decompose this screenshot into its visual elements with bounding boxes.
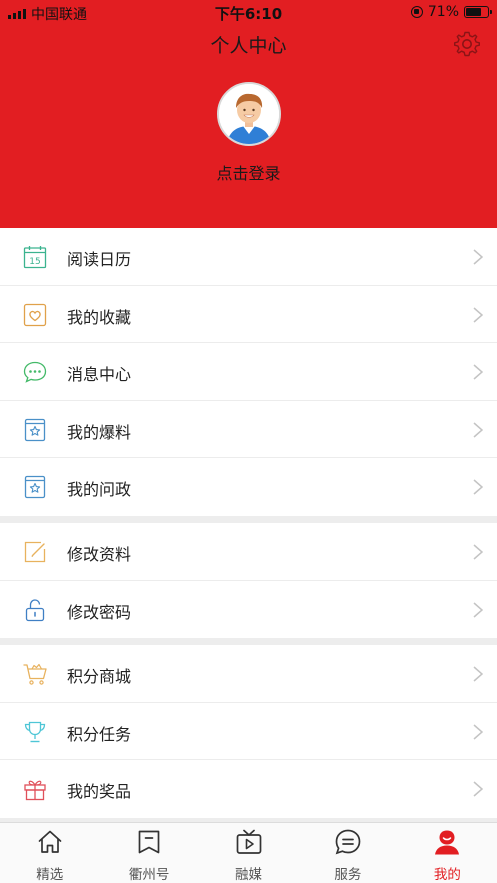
tab-services[interactable]: 服务 xyxy=(298,823,397,883)
trophy-icon xyxy=(24,721,46,742)
chevron-right-icon xyxy=(473,249,484,265)
menu-item-label: 修改资料 xyxy=(67,545,132,564)
menu-item-change-password[interactable]: 修改密码 xyxy=(0,581,497,639)
rotation-lock-icon xyxy=(410,6,423,18)
settings-gear-icon[interactable] xyxy=(453,30,481,58)
gift-icon xyxy=(24,780,46,801)
chevron-right-icon xyxy=(473,544,484,560)
menu-item-label: 积分任务 xyxy=(67,724,132,744)
menu-item-label: 消息中心 xyxy=(67,365,132,384)
battery-fill xyxy=(466,8,481,16)
tab-label: 服务 xyxy=(334,867,362,883)
menu-item-label: 我的奖品 xyxy=(67,782,132,801)
favorite-heart-icon xyxy=(23,303,47,326)
shopping-cart-icon xyxy=(23,663,47,685)
service-chat-icon xyxy=(335,829,361,855)
avatar[interactable] xyxy=(217,82,281,146)
menu-item-label: 我的爆料 xyxy=(67,422,132,442)
menu-item-my-prizes[interactable]: 我的奖品 xyxy=(0,760,497,818)
chevron-right-icon xyxy=(473,364,484,380)
chevron-right-icon xyxy=(473,601,484,618)
menu-item-my-favorites[interactable]: 我的收藏 xyxy=(0,286,497,343)
calendar-icon: 15 xyxy=(23,246,47,269)
chevron-right-icon xyxy=(473,479,484,495)
menu-group-points: 积分商城 积分任务 我的奖品 xyxy=(0,645,497,818)
tab-label: 我的 xyxy=(433,867,461,883)
menu-item-reading-calendar[interactable]: 15 阅读日历 xyxy=(0,228,497,286)
tab-media[interactable]: 融媒 xyxy=(199,823,298,883)
menu-item-my-inquiries[interactable]: 我的问政 xyxy=(0,458,497,516)
chevron-right-icon xyxy=(473,723,484,740)
page-title: 个人中心 xyxy=(210,35,287,57)
tab-quzhou-account[interactable]: 衢州号 xyxy=(99,823,198,883)
tab-label: 衢州号 xyxy=(128,867,170,883)
menu-item-label: 我的收藏 xyxy=(67,307,132,327)
tab-label: 精选 xyxy=(36,867,64,883)
chevron-right-icon xyxy=(473,306,484,323)
bottom-tab-bar: 精选 衢州号 融媒 服务 我的 xyxy=(0,822,497,883)
menu-item-my-reports[interactable]: 我的爆料 xyxy=(0,401,497,458)
profile-icon xyxy=(435,830,460,855)
edit-icon xyxy=(24,541,46,563)
profile-header: 中国联通 下午6:10 71% 个人中心 点击登录 xyxy=(0,0,497,228)
status-bar: 中国联通 下午6:10 71% xyxy=(0,0,497,26)
menu-item-message-center[interactable]: 消息中心 xyxy=(0,343,497,401)
menu-item-points-tasks[interactable]: 积分任务 xyxy=(0,703,497,760)
chevron-right-icon xyxy=(473,421,484,438)
menu-item-label: 修改密码 xyxy=(67,602,132,622)
report-star-icon xyxy=(24,418,46,441)
calendar-icon-text: 15 xyxy=(29,257,40,267)
home-icon xyxy=(38,830,62,853)
menu-item-label: 阅读日历 xyxy=(67,250,132,269)
menu-group-content: 15 阅读日历 我的收藏 消息中心 我的爆料 我的问政 xyxy=(0,228,497,516)
inquiry-star-icon xyxy=(24,475,46,499)
menu-item-label: 积分商城 xyxy=(67,667,132,686)
chevron-right-icon xyxy=(473,781,484,797)
user-avatar-icon xyxy=(219,84,279,144)
login-link[interactable]: 点击登录 xyxy=(0,160,497,184)
chevron-right-icon xyxy=(473,666,484,682)
tv-play-icon xyxy=(236,829,261,854)
menu-group-account: 修改资料 修改密码 xyxy=(0,523,497,638)
battery-icon xyxy=(464,6,492,18)
menu-item-points-mall[interactable]: 积分商城 xyxy=(0,645,497,703)
menu-item-label: 我的问政 xyxy=(67,480,132,499)
bookmark-icon xyxy=(138,830,160,854)
tab-profile[interactable]: 我的 xyxy=(398,823,497,883)
message-bubble-icon xyxy=(23,361,47,383)
menu-item-edit-profile[interactable]: 修改资料 xyxy=(0,523,497,581)
tab-home[interactable]: 精选 xyxy=(0,823,99,883)
tab-label: 融媒 xyxy=(235,867,263,883)
battery-percent: 71% xyxy=(427,4,459,20)
unlock-icon xyxy=(25,598,45,621)
